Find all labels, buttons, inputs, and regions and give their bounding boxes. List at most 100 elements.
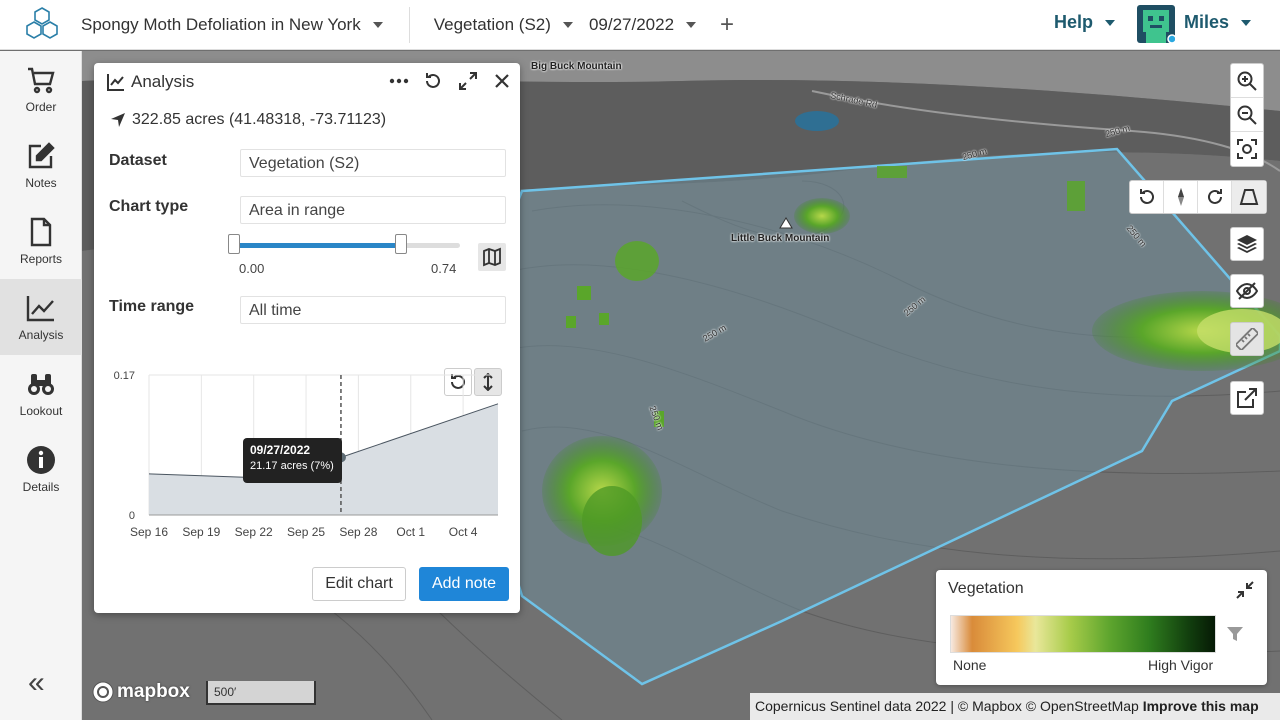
- range-slider-min-handle[interactable]: [228, 234, 240, 254]
- dataset-name: Vegetation (S2): [433, 14, 551, 34]
- help-label: Help: [1054, 12, 1094, 32]
- x-tick-label: Oct 4: [449, 525, 478, 539]
- chevron-down-icon: [1241, 19, 1252, 26]
- sidebar-item-label: Analysis: [18, 328, 64, 342]
- info-icon: [27, 446, 55, 474]
- chart-type-field[interactable]: Area in range: [240, 196, 506, 224]
- left-sidebar: Order Notes Reports Analysis Lookout Det…: [0, 51, 82, 720]
- zoom-in-button[interactable]: [1231, 64, 1263, 98]
- zoom-to-fit-button[interactable]: [1231, 132, 1263, 166]
- chart-line-icon: [26, 296, 54, 322]
- open-external-button[interactable]: [1230, 381, 1264, 415]
- sidebar-item-order[interactable]: Order: [0, 51, 82, 127]
- toggle-visibility-button[interactable]: [1230, 274, 1264, 308]
- map-icon: [483, 247, 501, 267]
- layers-button[interactable]: [1230, 227, 1264, 261]
- scale-bar: 500′: [206, 681, 316, 705]
- rotate-cw-icon: [1207, 189, 1222, 204]
- legend-min-label: None: [953, 657, 987, 673]
- sidebar-item-label: Reports: [19, 252, 63, 266]
- panel-title: Analysis: [131, 72, 195, 91]
- refresh-icon: [426, 73, 440, 88]
- rotation-controls: [1129, 180, 1267, 214]
- attribution-text: Copernicus Sentinel data 2022 | © Mapbox…: [755, 698, 1139, 714]
- sidebar-item-notes[interactable]: Notes: [0, 127, 82, 203]
- app-logo-icon[interactable]: [22, 5, 62, 45]
- top-bar: Spongy Moth Defoliation in New York Vege…: [0, 0, 1280, 50]
- user-avatar-icon[interactable]: [1137, 5, 1175, 43]
- user-menu[interactable]: Miles: [1184, 12, 1252, 33]
- location-arrow-icon: [111, 113, 125, 127]
- help-menu[interactable]: Help: [1054, 12, 1116, 33]
- sidebar-item-label: Details: [22, 480, 60, 494]
- mapbox-logo-icon: [92, 681, 114, 703]
- pitch-button[interactable]: [1232, 181, 1266, 213]
- rotate-left-button[interactable]: [1130, 181, 1164, 213]
- rotate-right-button[interactable]: [1198, 181, 1232, 213]
- zoom-out-button[interactable]: [1231, 98, 1263, 132]
- chevron-down-icon: [686, 21, 697, 28]
- external-link-icon: [1237, 388, 1257, 408]
- mapbox-logo[interactable]: mapbox: [92, 681, 190, 703]
- add-note-button[interactable]: Add note: [419, 567, 509, 601]
- range-max-value: 0.74: [431, 261, 457, 276]
- legend-max-label: High Vigor: [1148, 657, 1214, 673]
- tooltip-value: 21.17 acres (7%): [250, 460, 334, 472]
- close-button[interactable]: [490, 69, 514, 93]
- ruler-icon: [1236, 328, 1258, 350]
- compass-button[interactable]: [1164, 181, 1198, 213]
- cart-icon: [28, 67, 55, 94]
- sidebar-item-label: Notes: [25, 176, 57, 190]
- user-name: Miles: [1184, 12, 1230, 32]
- area-text: 322.85 acres (41.48318, -73.71123): [132, 111, 387, 128]
- time-range-field[interactable]: All time: [240, 296, 506, 324]
- x-tick-label: Sep 16: [130, 525, 168, 539]
- sidebar-item-label: Lookout: [19, 404, 63, 418]
- edit-chart-button[interactable]: Edit chart: [312, 567, 406, 601]
- zoom-controls: [1230, 63, 1264, 167]
- reset-button[interactable]: [421, 69, 445, 93]
- sidebar-item-reports[interactable]: Reports: [0, 203, 82, 279]
- range-slider-max-handle[interactable]: [395, 234, 408, 254]
- add-layer-plus-icon[interactable]: +: [720, 12, 734, 37]
- x-tick-label: Oct 1: [396, 525, 425, 539]
- sidebar-item-lookout[interactable]: Lookout: [0, 355, 82, 431]
- chart-tooltip: 09/27/2022 21.17 acres (7%): [243, 438, 342, 483]
- range-slider-fill: [234, 243, 402, 248]
- x-tick-label: Sep 19: [182, 525, 220, 539]
- legend-color-ramp: [950, 615, 1216, 653]
- project-selector[interactable]: Spongy Moth Defoliation in New York: [81, 15, 383, 35]
- more-options-button[interactable]: [387, 69, 411, 93]
- perspective-icon: [1239, 189, 1259, 205]
- filter-icon[interactable]: [1226, 625, 1244, 643]
- date-selector[interactable]: 09/27/2022: [588, 14, 697, 35]
- improve-map-link[interactable]: Improve this map: [1143, 698, 1259, 714]
- dataset-field[interactable]: Vegetation (S2): [240, 149, 506, 177]
- collapse-icon[interactable]: [1235, 580, 1255, 600]
- compass-icon: [1177, 188, 1184, 206]
- collapse-sidebar-icon[interactable]: «: [28, 666, 45, 700]
- zoom-in-icon: [1237, 71, 1257, 91]
- range-slider[interactable]: [228, 234, 460, 254]
- range-min-value: 0.00: [239, 261, 265, 276]
- close-icon: [495, 74, 509, 88]
- measure-button[interactable]: [1230, 322, 1264, 356]
- time-range-label: Time range: [109, 298, 195, 315]
- binoculars-icon: [28, 374, 54, 395]
- mapbox-wordmark: mapbox: [117, 681, 190, 702]
- dataset-selector[interactable]: Vegetation (S2): [434, 15, 573, 35]
- chevron-down-icon: [1105, 19, 1116, 26]
- expand-button[interactable]: [456, 69, 480, 93]
- sidebar-item-label: Order: [25, 100, 57, 114]
- y-tick-label: 0.17: [114, 370, 135, 382]
- fit-bounds-icon: [1237, 139, 1257, 159]
- map-label-little-buck: Little Buck Mountain: [731, 233, 830, 244]
- sidebar-item-details[interactable]: Details: [0, 431, 82, 507]
- legend-title: Vegetation: [948, 580, 1024, 597]
- sidebar-item-analysis[interactable]: Analysis: [0, 279, 82, 355]
- date-value: 09/27/2022: [588, 14, 675, 34]
- analysis-panel: Analysis 322.85 acres (41.48318, -73.711…: [94, 63, 520, 613]
- show-on-map-button[interactable]: [478, 243, 506, 271]
- chart-line-icon: [107, 74, 124, 91]
- map-legend: Vegetation None High Vigor: [936, 570, 1267, 685]
